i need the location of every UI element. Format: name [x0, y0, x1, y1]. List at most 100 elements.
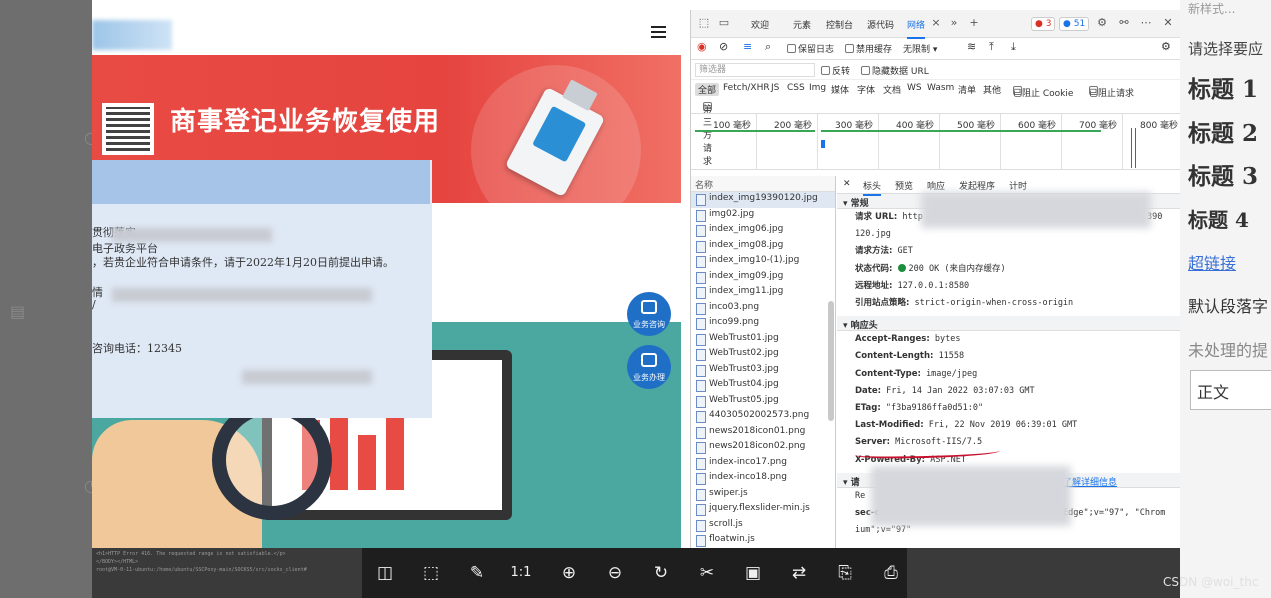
- request-row[interactable]: index-inco18.png: [691, 471, 835, 487]
- tab-elements[interactable]: 元素: [793, 18, 811, 31]
- type-js[interactable]: JS: [771, 83, 779, 93]
- request-row[interactable]: floatwin.js: [691, 533, 835, 548]
- preserve-log-toggle[interactable]: 保留日志: [787, 42, 834, 55]
- style-heading-4[interactable]: 标题 4: [1188, 204, 1249, 233]
- connect-icon[interactable]: ⚯: [1117, 16, 1131, 30]
- request-row[interactable]: img02.jpg: [691, 208, 835, 224]
- style-hyperlink[interactable]: 超链接: [1188, 250, 1236, 274]
- type-wasm[interactable]: Wasm: [927, 83, 954, 93]
- throttle-select[interactable]: 无限制 ▾: [903, 42, 937, 55]
- more-icon[interactable]: ⋯: [1139, 16, 1153, 30]
- record-icon[interactable]: ◉: [697, 40, 707, 53]
- tab-preview[interactable]: 预览: [895, 179, 913, 192]
- request-row[interactable]: WebTrust02.jpg: [691, 347, 835, 363]
- style-unprocessed[interactable]: 未处理的提: [1188, 337, 1268, 361]
- type-media[interactable]: 媒体: [831, 83, 849, 96]
- rotate-icon[interactable]: ↻: [648, 561, 674, 585]
- type-doc[interactable]: 文档: [883, 83, 901, 96]
- clear-icon[interactable]: ⊘: [719, 40, 728, 53]
- request-row[interactable]: WebTrust04.jpg: [691, 378, 835, 394]
- select-region-icon[interactable]: ⬚: [418, 561, 444, 585]
- actual-size-button[interactable]: 1:1: [508, 561, 534, 585]
- add-tab-icon[interactable]: +: [967, 16, 981, 30]
- request-row[interactable]: index_img19390120.jpg: [691, 192, 835, 208]
- more-tabs-icon[interactable]: »: [947, 16, 961, 30]
- inspect-icon[interactable]: ⬚: [697, 16, 711, 30]
- type-img[interactable]: Img: [809, 83, 826, 93]
- close-details-icon[interactable]: ✕: [843, 179, 851, 189]
- tab-initiator[interactable]: 发起程序: [959, 179, 995, 192]
- request-row[interactable]: index_img06.jpg: [691, 223, 835, 239]
- fit-window-icon[interactable]: ◫: [372, 561, 398, 585]
- request-row[interactable]: index_img11.jpg: [691, 285, 835, 301]
- tab-response[interactable]: 响应: [927, 179, 945, 192]
- errors-badge[interactable]: ● 3: [1031, 17, 1056, 31]
- network-settings-icon[interactable]: ⚙: [1161, 40, 1171, 53]
- type-fetch[interactable]: Fetch/XHR: [723, 83, 770, 93]
- request-row[interactable]: WebTrust01.jpg: [691, 332, 835, 348]
- zoom-out-icon[interactable]: ⊖: [602, 561, 628, 585]
- style-heading-3[interactable]: 标题 3: [1188, 157, 1258, 191]
- zoom-in-icon[interactable]: ⊕: [556, 561, 582, 585]
- search-icon[interactable]: ⌕: [765, 40, 771, 54]
- style-body-box[interactable]: 正文: [1190, 370, 1271, 410]
- handle-button[interactable]: 业务办理: [627, 345, 671, 389]
- convert-icon[interactable]: ⇄: [786, 561, 812, 585]
- type-ws[interactable]: WS: [907, 83, 922, 93]
- name-column-header[interactable]: 名称: [691, 176, 835, 192]
- type-font[interactable]: 字体: [857, 83, 875, 96]
- request-row[interactable]: index-inco17.png: [691, 456, 835, 472]
- request-list-scrollbar[interactable]: [828, 301, 834, 421]
- filter-icon[interactable]: ≡: [743, 40, 752, 53]
- request-row[interactable]: index_img08.jpg: [691, 239, 835, 255]
- request-row[interactable]: 44030502002573.png: [691, 409, 835, 425]
- menu-icon[interactable]: [651, 26, 666, 38]
- edit-image-icon[interactable]: ✎: [464, 561, 490, 585]
- disable-cache-toggle[interactable]: 禁用缓存: [845, 42, 892, 55]
- tab-sources[interactable]: 源代码: [867, 18, 894, 31]
- image-icon[interactable]: ▣: [740, 561, 766, 585]
- close-tab-icon[interactable]: ×: [929, 16, 943, 30]
- request-row[interactable]: swiper.js: [691, 487, 835, 503]
- type-manifest[interactable]: 清单: [958, 83, 976, 96]
- request-row[interactable]: inco99.png: [691, 316, 835, 332]
- request-row[interactable]: index_img09.jpg: [691, 270, 835, 286]
- style-heading-1[interactable]: 标题 1: [1188, 70, 1258, 104]
- request-row[interactable]: news2018icon01.png: [691, 425, 835, 441]
- hide-data-urls-toggle[interactable]: 隐藏数据 URL: [861, 64, 929, 77]
- style-default-paragraph[interactable]: 默认段落字: [1188, 293, 1268, 317]
- filter-input[interactable]: 筛选器: [695, 63, 815, 77]
- request-row[interactable]: news2018icon02.png: [691, 440, 835, 456]
- type-other[interactable]: 其他: [983, 83, 1001, 96]
- request-row[interactable]: WebTrust05.jpg: [691, 394, 835, 410]
- download-icon[interactable]: ⤓: [1011, 40, 1016, 54]
- wifi-icon[interactable]: ≋: [967, 40, 976, 53]
- request-row[interactable]: index_img10-(1).jpg: [691, 254, 835, 270]
- close-devtools-icon[interactable]: ✕: [1161, 16, 1175, 30]
- save-icon[interactable]: ⎘: [832, 561, 858, 585]
- devtools-panel: ⬚ ▭ 欢迎 元素 控制台 源代码 网络 × » + ● 3 ● 51 ⚙ ⚯ …: [690, 10, 1180, 548]
- tab-headers[interactable]: 标头: [863, 179, 882, 196]
- invert-toggle[interactable]: 反转: [821, 64, 850, 77]
- type-all[interactable]: 全部: [695, 83, 720, 96]
- tab-welcome[interactable]: 欢迎: [751, 18, 769, 31]
- style-heading-2[interactable]: 标题 2: [1188, 114, 1258, 148]
- request-row[interactable]: WebTrust03.jpg: [691, 363, 835, 379]
- upload-icon[interactable]: ⤒: [989, 40, 994, 54]
- type-css[interactable]: CSS: [787, 83, 805, 93]
- request-row[interactable]: scroll.js: [691, 518, 835, 534]
- request-row[interactable]: jquery.flexslider-min.js: [691, 502, 835, 518]
- consult-button[interactable]: 业务咨询: [627, 292, 671, 336]
- tab-timing[interactable]: 计时: [1009, 179, 1027, 192]
- request-row[interactable]: inco03.png: [691, 301, 835, 317]
- general-title: 常规: [850, 199, 869, 209]
- learn-more-link[interactable]: 了解详细信息: [1063, 475, 1117, 488]
- print-icon[interactable]: ⎙: [878, 561, 904, 585]
- tab-network[interactable]: 网络: [907, 18, 926, 39]
- messages-badge[interactable]: ● 51: [1059, 17, 1090, 31]
- device-icon[interactable]: ▭: [717, 16, 731, 30]
- tab-console[interactable]: 控制台: [826, 18, 853, 31]
- gear-icon[interactable]: ⚙: [1095, 16, 1109, 30]
- crop-icon[interactable]: ✂: [694, 561, 720, 585]
- response-headers-section-header[interactable]: ▾ 响应头: [837, 316, 1180, 332]
